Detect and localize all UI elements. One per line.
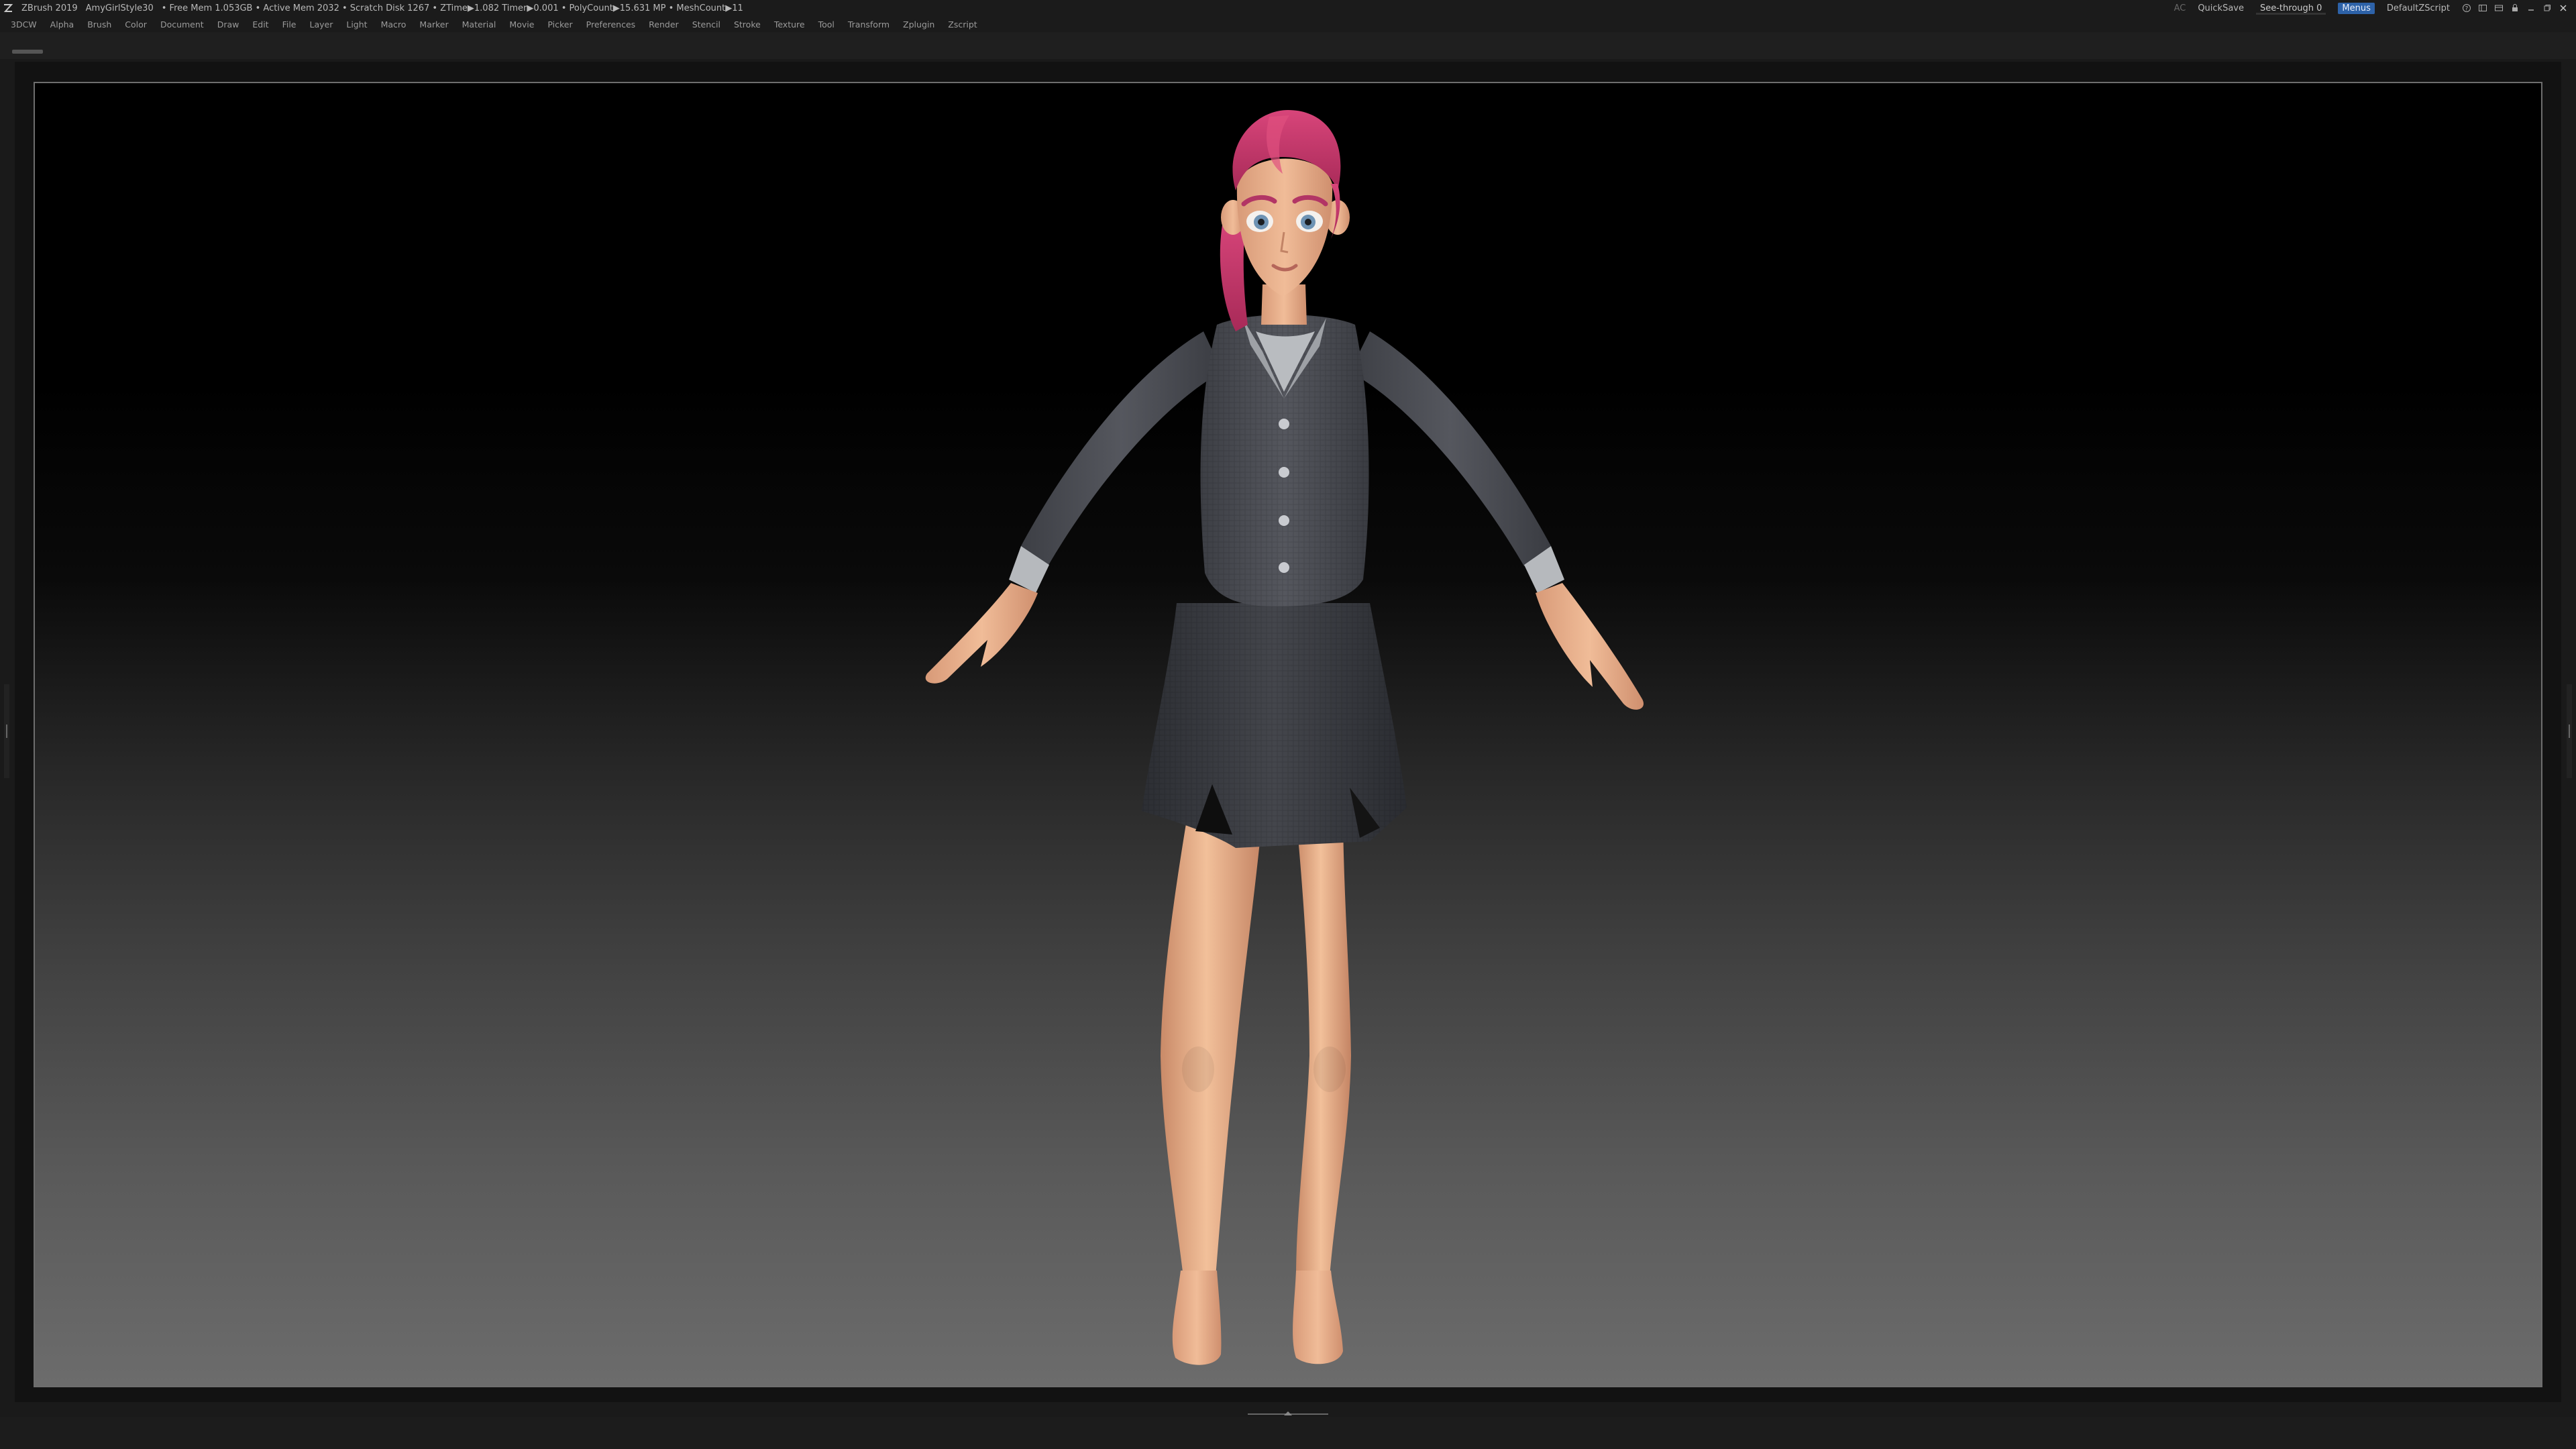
minimize-icon[interactable]: [2526, 3, 2536, 13]
menu-item-texture[interactable]: Texture: [774, 19, 805, 30]
menu-item-material[interactable]: Material: [462, 19, 496, 30]
zbrush-logo-icon[interactable]: [3, 3, 13, 13]
menu-item-transform[interactable]: Transform: [848, 19, 890, 30]
left-tray-toggle[interactable]: [4, 684, 9, 778]
see-through-label: See-through 0: [2259, 3, 2322, 13]
menu-item-picker[interactable]: Picker: [547, 19, 572, 30]
memory-stats: • Free Mem 1.053GB • Active Mem 2032 • S…: [161, 3, 743, 13]
menu-item-layer[interactable]: Layer: [310, 19, 333, 30]
character-model: [925, 110, 1644, 1365]
bottom-tray: [0, 1417, 2576, 1449]
menu-item-zplugin[interactable]: Zplugin: [903, 19, 934, 30]
ac-button[interactable]: AC: [2174, 3, 2186, 13]
menu-item-3dcw[interactable]: 3DCW: [11, 19, 37, 30]
see-through-slider[interactable]: See-through 0: [2255, 3, 2326, 15]
menu-item-movie[interactable]: Movie: [509, 19, 534, 30]
title-bar: ZBrush 2019 AmyGirlStyle30 • Free Mem 1.…: [0, 0, 2576, 16]
menu-item-marker[interactable]: Marker: [419, 19, 448, 30]
right-arm: [1350, 331, 1644, 710]
menu-item-brush[interactable]: Brush: [87, 19, 111, 30]
layout-icon[interactable]: [2478, 3, 2487, 13]
menu-item-macro[interactable]: Macro: [381, 19, 407, 30]
menu-item-alpha[interactable]: Alpha: [50, 19, 74, 30]
palette-icon[interactable]: [2494, 3, 2504, 13]
bottom-tray-toggle[interactable]: [1248, 1411, 1328, 1417]
menu-item-tool[interactable]: Tool: [818, 19, 835, 30]
project-name: AmyGirlStyle30: [85, 3, 154, 13]
menu-item-document[interactable]: Document: [160, 19, 204, 30]
script-name[interactable]: DefaultZScript: [2387, 3, 2450, 13]
menu-bar: 3DCW Alpha Brush Color Document Draw Edit File L…: [0, 16, 2576, 32]
menu-item-stroke[interactable]: Stroke: [734, 19, 761, 30]
legs: [1161, 808, 1351, 1365]
lock-icon[interactable]: [2510, 3, 2520, 13]
menu-item-color[interactable]: Color: [125, 19, 147, 30]
menu-item-edit[interactable]: Edit: [252, 19, 268, 30]
menu-item-file[interactable]: File: [282, 19, 297, 30]
quicksave-button[interactable]: QuickSave: [2198, 3, 2244, 13]
viewport-canvas[interactable]: [34, 82, 2542, 1387]
svg-text:?: ?: [2465, 6, 2469, 13]
shelf-grip-handle[interactable]: [12, 50, 43, 54]
app-name: ZBrush 2019: [21, 3, 78, 13]
toolbar-strip: [0, 32, 2576, 59]
close-icon[interactable]: [2559, 3, 2568, 13]
see-through-track: [2255, 12, 2326, 15]
window-controls: ?: [2462, 3, 2568, 13]
menu-item-render[interactable]: Render: [649, 19, 679, 30]
skirt: [1142, 603, 1407, 848]
help-icon[interactable]: ?: [2462, 3, 2471, 13]
right-tray-toggle[interactable]: [2567, 684, 2572, 778]
menus-toggle[interactable]: Menus: [2338, 2, 2375, 14]
restore-icon[interactable]: [2542, 3, 2552, 13]
jacket: [1200, 315, 1369, 606]
menu-item-light[interactable]: Light: [346, 19, 367, 30]
menu-item-draw[interactable]: Draw: [217, 19, 239, 30]
menu-item-stencil[interactable]: Stencil: [692, 19, 720, 30]
menu-item-zscript[interactable]: Zscript: [948, 19, 977, 30]
menu-item-preferences[interactable]: Preferences: [586, 19, 636, 30]
